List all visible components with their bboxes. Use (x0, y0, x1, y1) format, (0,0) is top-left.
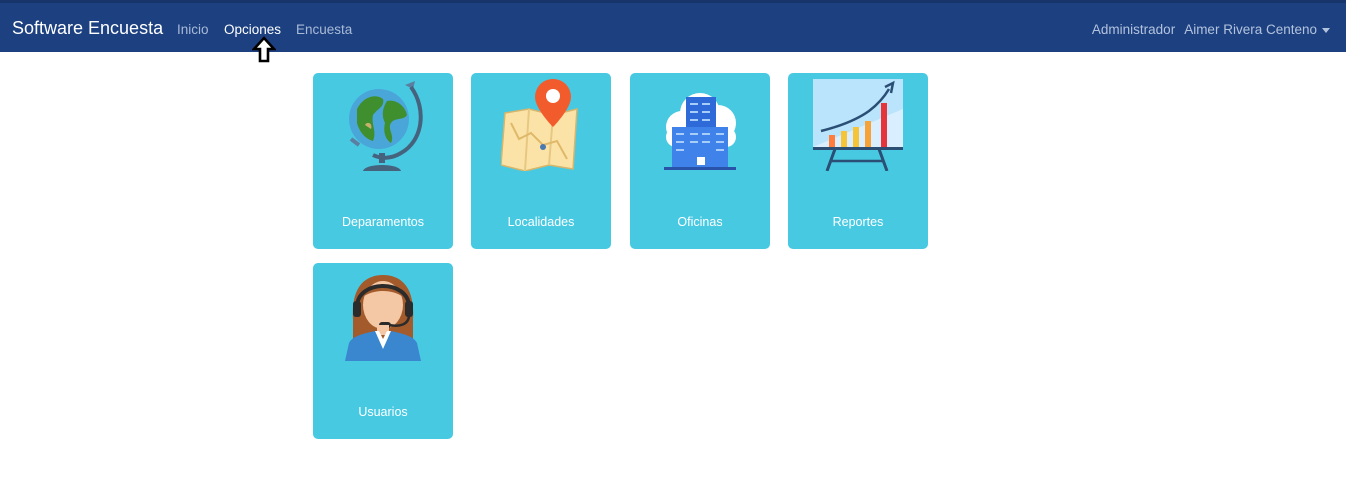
caret-down-icon (1322, 28, 1330, 33)
chart-board-icon (813, 79, 903, 171)
tile-label: Oficinas (677, 215, 723, 229)
user-dropdown[interactable]: Aimer Rivera Centeno (1184, 22, 1330, 37)
up-arrow-pointer-icon (252, 36, 276, 63)
tile-label: Usuarios (358, 405, 408, 419)
map-pin-icon (501, 79, 578, 171)
tile-reportes[interactable]: Reportes (788, 73, 928, 249)
tile-usuarios[interactable]: Usuarios (313, 263, 453, 439)
operator-headset-icon (345, 275, 421, 361)
tile-deparamentos[interactable]: Deparamentos (313, 73, 453, 249)
cloud-building-icon (664, 93, 736, 170)
nav-opciones[interactable]: Opciones (224, 22, 281, 37)
globe-icon (349, 81, 423, 171)
top-navbar: Software Encuesta Inicio Opciones Encues… (0, 0, 1346, 52)
role-label: Administrador (1091, 22, 1176, 37)
tile-label: Localidades (507, 215, 575, 229)
user-name: Aimer Rivera Centeno (1184, 22, 1317, 37)
tile-label: Deparamentos (342, 215, 424, 229)
tile-oficinas[interactable]: Oficinas (630, 73, 770, 249)
user-area: Administrador Aimer Rivera Centeno (1092, 22, 1330, 37)
nav-inicio[interactable]: Inicio (177, 22, 209, 37)
brand-link[interactable]: Software Encuesta (12, 18, 163, 39)
tile-localidades[interactable]: Localidades (471, 73, 611, 249)
tile-label: Reportes (832, 215, 884, 229)
nav-encuesta[interactable]: Encuesta (296, 22, 352, 37)
